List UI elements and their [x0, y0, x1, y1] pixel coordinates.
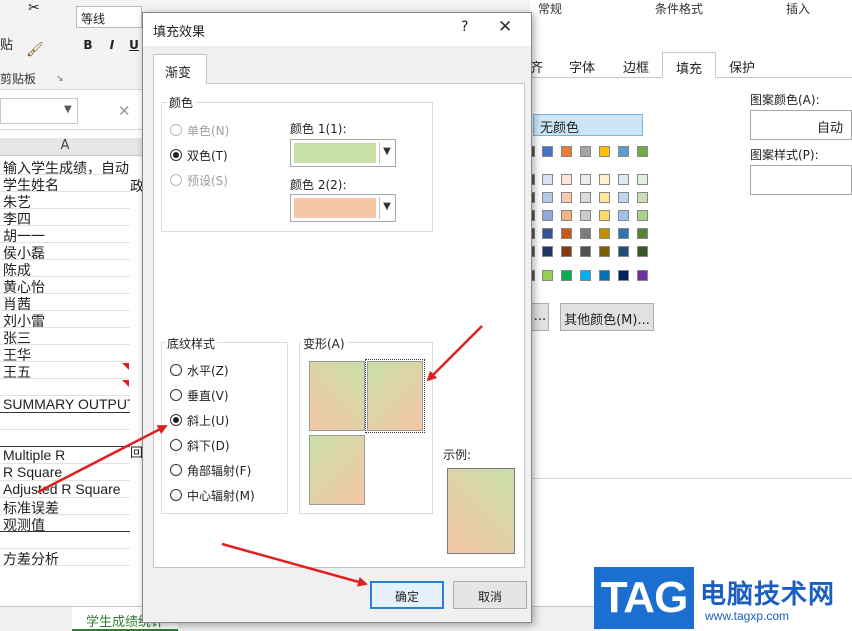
arrow-to-diagonal-up: [37, 424, 168, 494]
annotation-arrows: [37, 325, 483, 587]
tag-logo: TAG: [594, 567, 694, 629]
arrow-to-variant: [426, 325, 483, 382]
screen: ✂ 贴 🖌 剪贴板 ↘ 等线 B I U ▼ ✕ A 输入学生成绩，自动 学生姓名…: [0, 0, 852, 631]
arrow-to-ok: [221, 542, 368, 587]
watermark-site-name: 电脑技术网: [700, 580, 836, 610]
watermark-url: www.tagxp.com: [705, 609, 790, 623]
